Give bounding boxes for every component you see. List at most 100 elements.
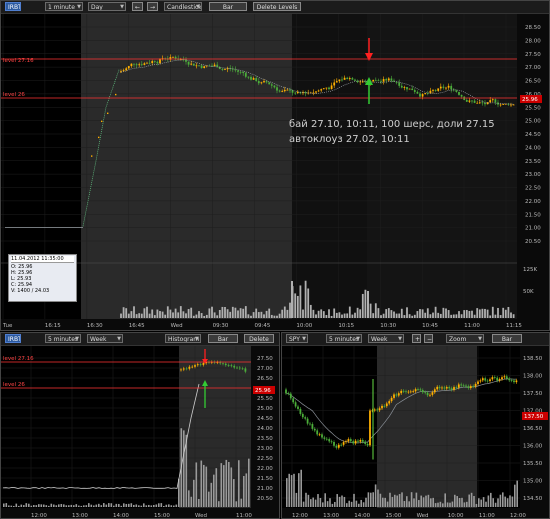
price-tick-label: 21.00 [525, 226, 541, 232]
time-tick-label: 12:00 [31, 513, 47, 519]
volume-bar [367, 291, 369, 318]
top-chart-canvas: level 27.16 level 26 бай 27.10, 10:11, 1… [1, 14, 549, 330]
candle-body [431, 392, 434, 395]
volume-bar [328, 309, 330, 318]
trading-workspace: IRBT 1 minute ▼ Day ▼ ← → Candlestick ▼ Bar… [0, 0, 550, 519]
volume-bar [432, 312, 434, 318]
volume-bar [203, 315, 206, 318]
candle-body [515, 380, 518, 383]
volume-bar [213, 312, 216, 318]
candle-body [398, 82, 401, 86]
candle-body [361, 440, 364, 442]
volume-bar [239, 308, 242, 318]
price-tick-label: 22.50 [257, 456, 273, 462]
candle-body [222, 363, 224, 365]
volume-bar [242, 308, 245, 318]
volume-bar [198, 498, 200, 507]
volume-bar [268, 308, 271, 318]
volume-bar [133, 306, 135, 318]
candle-body [196, 364, 199, 366]
volume-bar [235, 501, 238, 507]
candle-body [188, 366, 191, 369]
volume-bar [195, 462, 198, 507]
candle-body [445, 387, 448, 389]
time-tick-label: 11:15 [506, 323, 522, 329]
volume-bar [300, 469, 302, 507]
candle-body [221, 69, 224, 70]
volume-bar [358, 503, 360, 507]
candle-body [503, 376, 506, 378]
candle-body [395, 394, 398, 396]
candle-body [289, 393, 292, 399]
volume-bar [482, 497, 485, 507]
candle-body [453, 387, 455, 390]
volume-bar [442, 307, 445, 318]
candle-body [493, 377, 496, 378]
volume-bar [356, 307, 359, 318]
candle-body [101, 120, 103, 123]
volume-bar [310, 499, 312, 507]
price-tick-label: 20.50 [525, 239, 541, 245]
candle-body [445, 87, 447, 89]
volume-bar [229, 311, 232, 318]
candle-body [405, 391, 407, 393]
volume-bar [245, 473, 248, 507]
volume-bar [103, 503, 105, 507]
volume-bar [286, 309, 289, 318]
candle-body [191, 366, 194, 368]
candle-body [382, 79, 385, 82]
volume-bar [289, 302, 291, 318]
volume-bar [195, 314, 198, 318]
candle-body [330, 441, 333, 443]
candle-body [465, 99, 468, 102]
volume-bar [190, 307, 193, 318]
volume-bar [168, 504, 170, 507]
volume-bar [294, 293, 297, 318]
volume-bar [485, 501, 487, 507]
candle-body [341, 79, 343, 81]
time-tick-label: Wed [195, 513, 207, 519]
candle-body [115, 93, 117, 96]
volume-bar [299, 285, 302, 318]
volume-bar [60, 503, 63, 507]
level-upper-label: level 27.16 [3, 58, 34, 64]
candle-body [239, 71, 242, 73]
bl-level-upper-label: level 27.16 [3, 356, 34, 362]
volume-bar [221, 306, 224, 318]
volume-bar [387, 308, 390, 318]
candle-body [306, 418, 309, 424]
volume-bar [185, 313, 187, 318]
volume-bar [138, 505, 140, 507]
volume-bar [53, 504, 55, 507]
volume-bar [382, 497, 384, 507]
volume-bar [88, 503, 90, 507]
candle-body [390, 397, 393, 402]
candle-body [294, 402, 297, 407]
candle-body [244, 73, 247, 77]
volume-bar [247, 314, 250, 318]
volume-bar [130, 311, 133, 318]
volume-bar [230, 467, 233, 507]
candle-body [236, 367, 238, 369]
candle-body [187, 61, 190, 65]
volume-bar [160, 503, 163, 507]
volume-bar [130, 503, 133, 507]
volume-bar [302, 501, 305, 507]
candle-body [354, 79, 356, 81]
candle-body [479, 380, 482, 382]
volume-bar [240, 498, 243, 507]
candle-body [122, 70, 125, 72]
volume-bar [507, 306, 510, 318]
candle-body [354, 440, 357, 444]
candle-body [289, 89, 291, 91]
candle-body [471, 100, 473, 102]
candle-body [402, 390, 405, 392]
candle-body [450, 85, 453, 90]
volume-bar [164, 314, 167, 318]
volume-bar [140, 505, 143, 507]
volume-bar [270, 314, 273, 318]
volume-bar [442, 503, 444, 507]
candle-body [381, 405, 383, 409]
volume-bar [100, 505, 103, 507]
candle-body [138, 64, 141, 66]
